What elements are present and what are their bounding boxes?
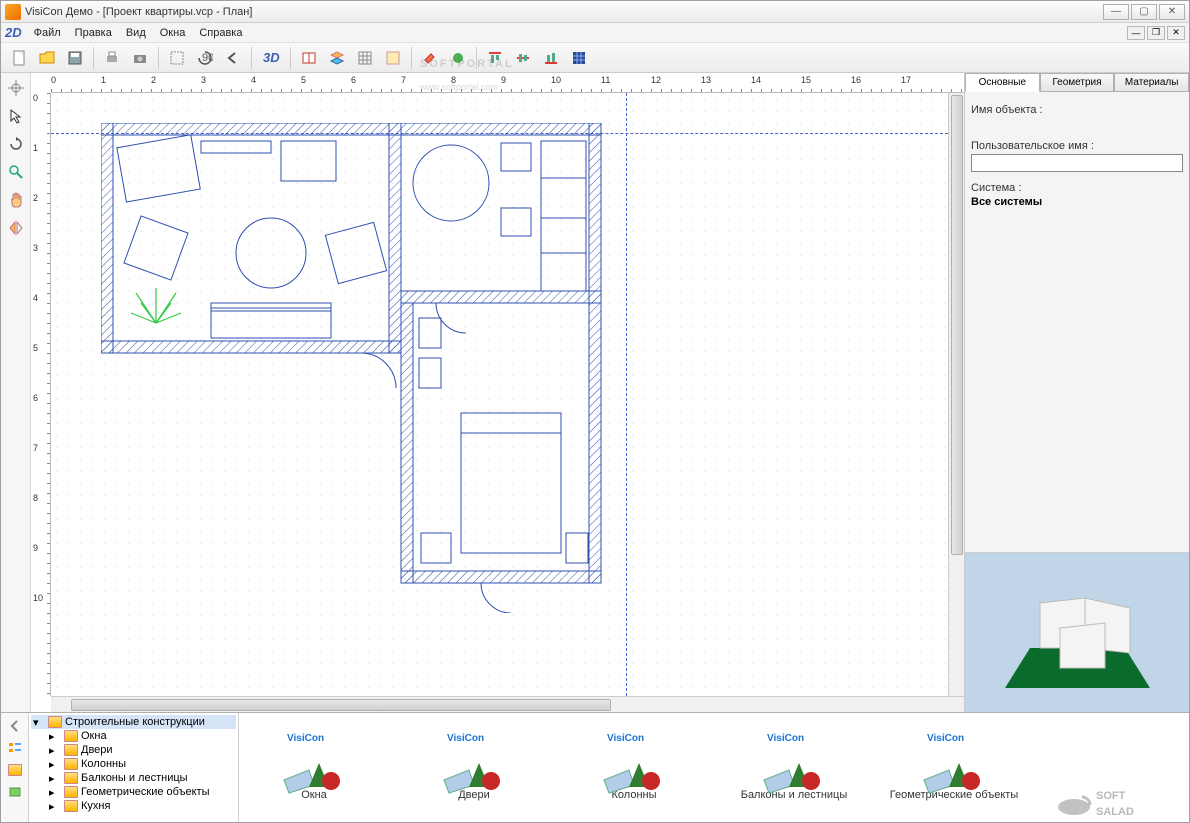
tab-materials[interactable]: Материалы [1114,73,1189,92]
save-button[interactable] [63,46,87,70]
floor-plan[interactable] [101,123,651,613]
library-toolbar [1,713,29,822]
layers-button[interactable] [325,46,349,70]
lib-tree-button[interactable] [6,739,24,757]
label-object-name: Имя объекта : [971,104,1183,116]
snapshot-button[interactable] [128,46,152,70]
label-system: Система : [971,182,1183,194]
tree-root-label: Строительные конструкции [65,716,205,728]
tree-item[interactable]: ▸Геометрические объекты [31,785,236,799]
title-bar: VisiCon Демо - [Проект квартиры.vcp - Пл… [1,1,1189,23]
library-panel: ▾ Строительные конструкции ▸Окна▸Двери▸К… [1,712,1189,822]
label-user-name: Пользовательское имя : [971,140,1183,152]
app-icon [5,4,21,20]
folder-icon [64,730,78,742]
align-middle-button[interactable] [511,46,535,70]
menu-view[interactable]: Вид [120,25,152,41]
rotate90-button[interactable]: 90 [193,46,217,70]
svg-text:90: 90 [202,52,213,64]
tree-item[interactable]: ▸Колонны [31,757,236,771]
mdi-close-button[interactable]: ✕ [1167,26,1185,40]
main-toolbar: 90 3D [1,43,1189,73]
close-button[interactable]: ✕ [1159,4,1185,20]
maximize-button[interactable]: ▢ [1131,4,1157,20]
tab-geometry[interactable]: Геометрия [1040,73,1115,92]
folder-icon [48,716,62,728]
folder-icon [64,786,78,798]
open-file-button[interactable] [35,46,59,70]
paint-button[interactable] [418,46,442,70]
pointer-tool[interactable] [5,105,27,127]
library-item[interactable]: VisiConОкна [249,735,379,801]
preview-3d[interactable] [965,552,1189,712]
folder-icon [64,772,78,784]
color-button[interactable] [446,46,470,70]
pan-tool[interactable] [5,189,27,211]
folder-icon [64,800,78,812]
library-tree[interactable]: ▾ Строительные конструкции ▸Окна▸Двери▸К… [29,713,239,822]
menu-bar: 2D Файл Правка Вид Окна Справка — ❐ ✕ [1,23,1189,43]
align-bottom-button[interactable] [539,46,563,70]
tree-root[interactable]: ▾ Строительные конструкции [31,715,236,729]
hatch-button[interactable] [381,46,405,70]
tab-basic[interactable]: Основные [965,73,1040,92]
origin-tool[interactable] [5,77,27,99]
zoom-tool[interactable] [5,161,27,183]
new-file-button[interactable] [7,46,31,70]
lib-folder-button[interactable] [6,761,24,779]
minimize-button[interactable]: — [1103,4,1129,20]
lib-back-button[interactable] [6,717,24,735]
horizontal-scrollbar[interactable] [51,696,964,712]
folder-icon [64,744,78,756]
library-items: VisiConОкна VisiConДвери VisiConКолонны Vis… [239,713,1189,822]
mode-3d-button[interactable]: 3D [258,46,284,70]
tree-item[interactable]: ▸Кухня [31,799,236,813]
library-item[interactable]: VisiConКолонны [569,735,699,801]
select-area-button[interactable] [165,46,189,70]
library-item[interactable]: VisiConДвери [409,735,539,801]
tree-item[interactable]: ▸Окна [31,729,236,743]
canvas-area: 01234567891011121314151617 012345678910 [31,73,964,712]
properties-panel: Основные Геометрия Материалы Имя объекта… [964,73,1189,712]
window-tool-button[interactable] [297,46,321,70]
mdi-restore-button[interactable]: ❐ [1147,26,1165,40]
library-item[interactable]: VisiConГеометрические объекты [889,735,1019,801]
horizontal-ruler: 01234567891011121314151617 [51,73,964,93]
vertical-ruler: 012345678910 [31,93,51,696]
tree-item[interactable]: ▸Балконы и лестницы [31,771,236,785]
window-title: VisiCon Демо - [Проект квартиры.vcp - Пл… [25,6,1103,18]
work-area: 01234567891011121314151617 012345678910 [1,73,1189,712]
grid-button[interactable] [353,46,377,70]
mirror-tool[interactable] [5,217,27,239]
library-item[interactable]: VisiConБалконы и лестницы [729,735,859,801]
print-button[interactable] [100,46,124,70]
rotate-tool[interactable] [5,133,27,155]
vertical-scrollbar[interactable] [948,93,964,696]
align-top-button[interactable] [483,46,507,70]
system-value: Все системы [971,196,1183,208]
menu-help[interactable]: Справка [193,25,248,41]
left-toolbar [1,73,31,712]
mdi-minimize-button[interactable]: — [1127,26,1145,40]
lib-add-button[interactable] [6,783,24,801]
menu-file[interactable]: Файл [28,25,67,41]
folder-icon [64,758,78,770]
undo-button[interactable] [221,46,245,70]
mesh-button[interactable] [567,46,591,70]
menu-windows[interactable]: Окна [154,25,192,41]
user-name-input[interactable] [971,154,1183,172]
mode-2d-label: 2D [5,25,22,40]
drawing-canvas[interactable] [51,93,948,696]
menu-edit[interactable]: Правка [69,25,118,41]
tree-item[interactable]: ▸Двери [31,743,236,757]
